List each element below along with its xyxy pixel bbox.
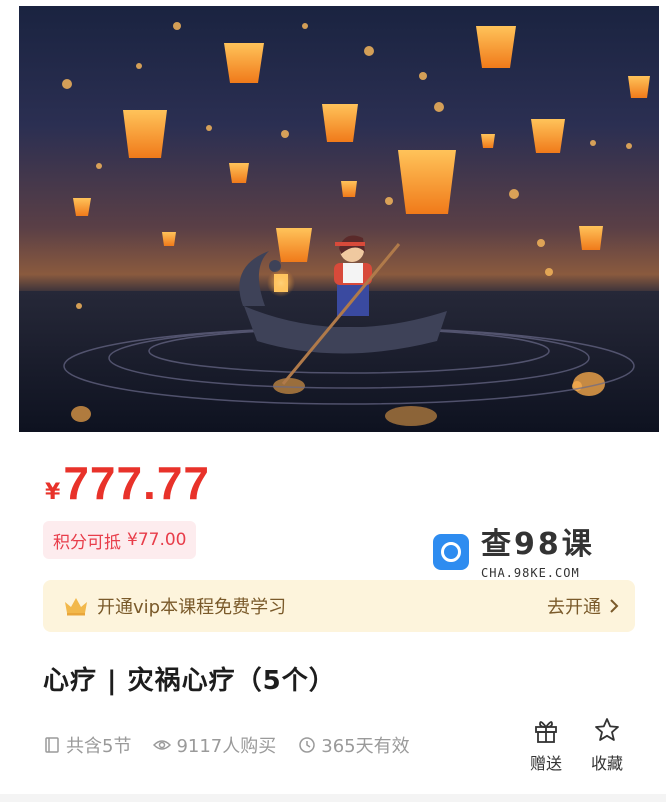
watermark-sub-text: CHA.98KE.COM bbox=[481, 566, 580, 580]
validity-period: 365天有效 bbox=[298, 732, 410, 758]
watermark-logo-icon bbox=[433, 534, 469, 570]
lessons-count: 共含5节 bbox=[43, 732, 131, 758]
points-value: ¥77.00 bbox=[127, 530, 187, 550]
vip-banner-text: 开通vip本课程免费学习 bbox=[97, 597, 287, 618]
clock-icon bbox=[299, 737, 316, 753]
crown-icon bbox=[65, 598, 87, 616]
points-deduction-badge: 积分可抵 ¥77.00 bbox=[43, 521, 197, 559]
course-price: ¥ 777.77 bbox=[45, 456, 210, 510]
lessons-text: 共含5节 bbox=[66, 736, 132, 757]
section-divider bbox=[0, 794, 666, 802]
vip-open-button[interactable]: 去开通 bbox=[547, 593, 619, 619]
book-icon bbox=[45, 737, 59, 753]
validity-text: 365天有效 bbox=[321, 736, 410, 757]
course-meta: 共含5节 9117人购买 365天有效 bbox=[43, 732, 410, 758]
points-label: 积分可抵 bbox=[53, 532, 121, 553]
currency-symbol: ¥ bbox=[45, 480, 61, 505]
watermark-main-text: 查98课 bbox=[481, 527, 595, 562]
gift-label: 赠送 bbox=[530, 754, 563, 773]
star-icon bbox=[595, 718, 619, 741]
chevron-right-icon bbox=[610, 599, 619, 613]
vip-open-label: 去开通 bbox=[547, 597, 601, 618]
price-value: 777.77 bbox=[63, 457, 211, 509]
course-cover-image bbox=[19, 6, 659, 432]
favorite-button[interactable]: 收藏 bbox=[591, 716, 623, 774]
eye-icon bbox=[153, 740, 172, 750]
lantern-boat-illustration bbox=[19, 22, 659, 432]
favorite-label: 收藏 bbox=[591, 754, 624, 773]
buyers-text: 9117人购买 bbox=[176, 736, 277, 757]
gift-button[interactable]: 赠送 bbox=[530, 716, 562, 774]
buyers-count: 9117人购买 bbox=[153, 732, 276, 758]
vip-banner[interactable]: 开通vip本课程免费学习 去开通 bbox=[43, 580, 635, 632]
course-title: 心疗 | 灾祸心疗（5个） bbox=[43, 666, 336, 696]
watermark: 查98课 CHA.98KE.COM bbox=[433, 528, 595, 580]
gift-icon bbox=[535, 721, 557, 743]
